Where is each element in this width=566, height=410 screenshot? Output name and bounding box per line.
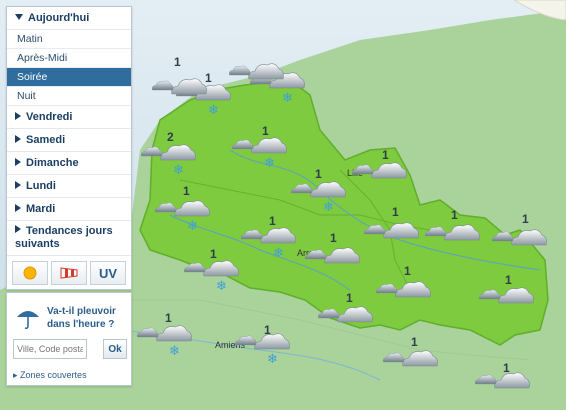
day-saturday[interactable]: Samedi [7,129,131,152]
forecast-value: 1 [382,148,389,162]
day-label: Mardi [26,203,56,215]
ok-button[interactable]: Ok [103,339,127,359]
rain-forecast-box: Va-t-il pleuvoir dans l'heure ? Ok ▸ Zon… [6,292,132,386]
period-afternoon[interactable]: Après-Midi [7,49,131,68]
snowflake-icon: ❄ [169,344,180,359]
snowflake-icon: ❄ [264,156,275,171]
forecast-value: 1 [330,231,337,245]
forecast-value: 1 [165,311,172,325]
forecast-value: 1 [346,291,353,305]
map-layer-toggles: UV [7,256,131,289]
forecast-value: 1 [451,208,458,222]
forecast-value: 1 [411,335,418,349]
snowflake-icon: ❄ [173,163,184,178]
zones-link[interactable]: ▸ Zones couvertes [13,370,87,381]
forecast-value: 1 [269,214,276,228]
uv-layer-button[interactable]: UV [90,261,126,285]
forecast-value: 1 [264,323,271,337]
day-monday[interactable]: Lundi [7,175,131,198]
umbrella-icon [17,311,39,330]
day-tuesday[interactable]: Mardi [7,198,131,221]
day-label: Vendredi [26,111,73,123]
period-night[interactable]: Nuit [7,87,131,106]
forecast-value: 1 [210,247,217,261]
day-label: Samedi [26,134,66,146]
period-morning[interactable]: Matin [7,30,131,49]
forecast-value: 1 [505,273,512,287]
snowflake-icon: ❄ [273,246,284,261]
day-label: Lundi [26,180,56,192]
chevron-right-icon [15,112,21,120]
forecast-value: 1 [503,361,510,375]
snowflake-icon: ❄ [216,279,227,294]
day-today[interactable]: Aujourd'hui [7,7,131,30]
forecast-value: 1 [174,55,181,69]
day-selector: Aujourd'hui Matin Après-Midi Soirée Nuit… [6,6,132,290]
wind-layer-button[interactable] [51,261,87,285]
day-sunday[interactable]: Dimanche [7,152,131,175]
period-evening[interactable]: Soirée [7,68,131,87]
day-label: Tendances jours suivants [15,225,113,250]
chevron-right-icon [15,204,21,212]
snowflake-icon: ❄ [282,91,293,106]
snowflake-icon: ❄ [323,200,334,215]
forecast-value: 1 [183,184,190,198]
sun-icon [23,266,37,280]
day-friday[interactable]: Vendredi [7,106,131,129]
day-trends[interactable]: Tendances jours suivants [7,221,131,256]
page-curl[interactable] [514,0,566,20]
city-search-input[interactable] [13,339,87,359]
day-label: Aujourd'hui [28,12,90,24]
snowflake-icon: ❄ [267,352,278,367]
weather-layer-button[interactable] [12,261,48,285]
chevron-down-icon [15,14,23,20]
forecast-value: 2 [167,130,174,144]
chevron-right-icon [15,181,21,189]
snowflake-icon: ❄ [187,219,198,234]
forecast-value: 1 [205,71,212,85]
rain-title: Va-t-il pleuvoir dans l'heure ? [47,306,116,330]
forecast-value: 1 [522,212,529,226]
windsock-icon [60,267,78,279]
forecast-value: 1 [262,124,269,138]
zones-link-label[interactable]: Zones couvertes [20,370,87,380]
chevron-right-icon [15,225,21,233]
snowflake-icon: ❄ [208,103,219,118]
chevron-right-icon [15,135,21,143]
forecast-value: 1 [315,167,322,181]
forecast-value: 1 [404,264,411,278]
day-label: Dimanche [26,157,79,169]
forecast-value: 1 [392,205,399,219]
chevron-right-icon [15,158,21,166]
